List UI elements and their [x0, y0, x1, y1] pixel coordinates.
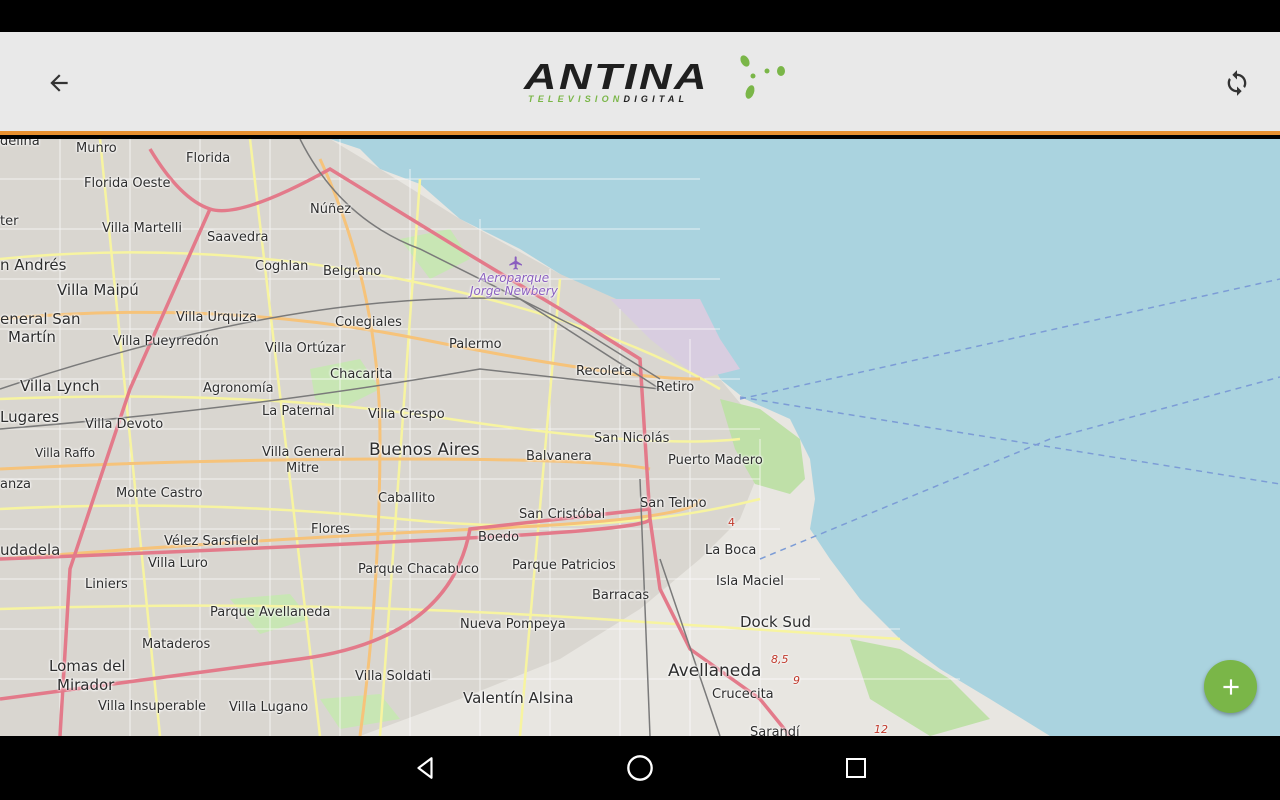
- map-label: Buenos Aires: [369, 440, 480, 460]
- map-label: Retiro: [656, 380, 695, 395]
- sync-icon: [1227, 70, 1247, 96]
- map-label: Villa General: [262, 445, 345, 460]
- map-label: Villa Devoto: [85, 417, 164, 432]
- map-label: Villa Urquiza: [176, 310, 258, 325]
- logo-wordmark: ANTINA: [524, 56, 709, 97]
- map-label: Puerto Madero: [668, 453, 763, 468]
- map-label: Dock Sud: [740, 613, 811, 631]
- map-label: La Paternal: [262, 404, 335, 419]
- nav-recents-button[interactable]: [838, 750, 874, 786]
- map-label: Munro: [76, 141, 117, 156]
- airport-label-line2: Jorge Newbery: [470, 284, 558, 298]
- nav-home-icon: [627, 755, 653, 781]
- map-label: Parque Avellaneda: [210, 605, 331, 620]
- map-label: Villa Luro: [148, 556, 208, 571]
- map-label: Palermo: [449, 337, 502, 352]
- map-label: Lugares: [0, 408, 60, 426]
- arrow-left-icon: [50, 74, 68, 92]
- nav-back-icon: [417, 757, 433, 779]
- logo-tagline-television: TELEVISION: [528, 94, 624, 104]
- map-label: Martín: [8, 328, 56, 346]
- map-label: Boedo: [478, 530, 520, 545]
- map-label: Villa Lynch: [20, 377, 100, 395]
- map-label: Balvanera: [526, 449, 592, 464]
- map-label: San Cristóbal: [519, 507, 606, 522]
- map-label: Valentín Alsina: [463, 689, 574, 707]
- map-label: Flores: [311, 522, 350, 537]
- map-label: Villa Insuperable: [98, 699, 207, 714]
- map-label: Florida Oeste: [84, 176, 171, 191]
- logo-tagline: TELEVISIONDIGITAL: [528, 94, 688, 104]
- map-label: Avellaneda: [668, 661, 762, 681]
- road-number-label: 12: [874, 723, 888, 736]
- map-label: Belgrano: [323, 264, 382, 279]
- map-label: Villa Lugano: [229, 700, 309, 715]
- map-label: Crucecita: [712, 687, 774, 702]
- map-label: Vélez Sarsfield: [164, 534, 259, 549]
- map-label: n Andrés: [0, 256, 67, 274]
- logo-tagline-digital: DIGITAL: [623, 94, 689, 104]
- map-label: Sarandí: [750, 725, 800, 736]
- map-label: Mataderos: [142, 637, 211, 652]
- map-label: La Boca: [705, 543, 757, 558]
- map-label: San Telmo: [640, 496, 707, 511]
- road-number-label: 9: [793, 674, 800, 687]
- back-button[interactable]: [36, 60, 82, 106]
- airport-icon: [509, 256, 522, 270]
- map-label: Florida: [186, 151, 231, 166]
- map-label: Barracas: [592, 588, 650, 603]
- map-label: Nueva Pompeya: [460, 617, 566, 632]
- nav-recents-icon: [846, 758, 866, 778]
- map-label: ter: [0, 214, 19, 229]
- map-label: Parque Chacabuco: [358, 562, 479, 577]
- map-label: anza: [0, 477, 31, 492]
- system-nav-bar: [0, 736, 1280, 800]
- map-label: Núñez: [310, 202, 352, 217]
- antina-logo: ANTINA TELEVISIONDIGITAL: [520, 52, 790, 112]
- plus-icon: [1222, 678, 1239, 695]
- map-label: Recoleta: [576, 364, 633, 379]
- add-button[interactable]: [1204, 660, 1257, 713]
- map-label: Monte Castro: [116, 486, 203, 501]
- map-label: Mirador: [57, 676, 115, 694]
- map-label: udadela: [0, 541, 61, 559]
- nav-home-button[interactable]: [622, 750, 658, 786]
- road-number-label: 8,5: [771, 653, 789, 666]
- map-label: Colegiales: [335, 315, 402, 330]
- map-label: Villa Maipú: [57, 281, 139, 299]
- map-label: Villa Crespo: [368, 407, 445, 422]
- sync-button[interactable]: [1214, 60, 1260, 106]
- map-label: Parque Patricios: [512, 558, 616, 573]
- map-label: Liniers: [85, 577, 128, 592]
- map-label: Saavedra: [207, 230, 269, 245]
- map-label: delina: [0, 139, 40, 149]
- map-label: Villa Soldati: [355, 669, 432, 684]
- map-label: Lomas del: [49, 657, 126, 675]
- nav-back-button[interactable]: [407, 750, 443, 786]
- map-label: Villa Martelli: [102, 221, 182, 236]
- map-label: Coghlan: [255, 259, 309, 274]
- map-label: Villa Raffo: [35, 446, 96, 460]
- map-label: Mitre: [286, 461, 319, 476]
- map-label: San Nicolás: [594, 431, 670, 446]
- status-bar: [0, 0, 1280, 32]
- map-label: Villa Pueyrredón: [113, 334, 219, 349]
- map-label: Agronomía: [203, 381, 274, 396]
- map-view[interactable]: Aeroparque Jorge Newbery delina Munro Fl…: [0, 139, 1280, 736]
- airport-label: Aeroparque Jorge Newbery: [470, 272, 558, 298]
- app-bar: ANTINA TELEVISIONDIGITAL: [0, 32, 1280, 135]
- map-label: eneral San: [0, 310, 81, 328]
- map-label: Villa Ortúzar: [265, 341, 346, 356]
- map-label: Caballito: [378, 491, 436, 506]
- road-number-label: 4: [728, 516, 735, 529]
- logo-dots-icon: [740, 55, 785, 99]
- map-label: Chacarita: [330, 367, 393, 382]
- map-label: Isla Maciel: [716, 574, 784, 589]
